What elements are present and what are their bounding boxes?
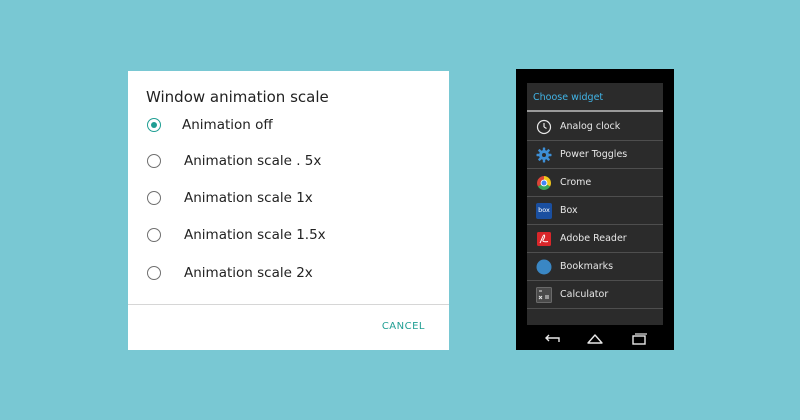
widget-item-box[interactable]: box Box [527,197,663,225]
panel-title: Choose widget [533,92,604,103]
choose-widget-panel: Choose widget Analog clock Power Toggles… [527,83,663,325]
widget-item-power-toggles[interactable]: Power Toggles [527,141,663,169]
option-animation-scale-1-5x[interactable]: Animation scale 1.5x [128,221,449,251]
widget-label: Adobe Reader [560,233,627,244]
option-label: Animation scale 1.5x [184,227,326,243]
radio-unselected-icon[interactable] [147,191,161,205]
widget-label: Calculator [560,289,609,300]
dialog-title: Window animation scale [146,88,329,106]
box-icon-text: box [538,206,550,214]
radio-unselected-icon[interactable] [147,266,161,280]
widget-item-bookmarks[interactable]: Bookmarks [527,253,663,281]
widget-label: Box [560,205,578,216]
calculator-icon [536,287,552,303]
radio-unselected-icon[interactable] [147,154,161,168]
option-animation-off[interactable]: Animation off [128,111,449,141]
dialog-divider [128,304,449,305]
widget-label: Crome [560,177,592,188]
option-label: Animation scale . 5x [184,153,322,169]
widget-label: Analog clock [560,121,621,132]
back-icon[interactable] [542,331,562,347]
bookmarks-icon [536,259,552,275]
cancel-button[interactable]: CANCEL [382,321,425,332]
animation-scale-dialog: Window animation scale Animation off Ani… [128,71,449,350]
radio-unselected-icon[interactable] [147,228,161,242]
home-icon[interactable] [585,331,605,347]
phone-frame: Choose widget Analog clock Power Toggles… [516,69,674,350]
option-animation-scale-1x[interactable]: Animation scale 1x [128,184,449,214]
option-animation-scale-2x[interactable]: Animation scale 2x [128,259,449,289]
adobe-reader-icon [537,232,551,246]
recents-icon[interactable] [629,331,649,347]
panel-header: Choose widget [527,83,663,112]
option-label: Animation off [182,117,273,133]
widget-label: Bookmarks [560,261,614,272]
analog-clock-icon [536,119,552,135]
navigation-bar [516,328,674,350]
widget-item-adobe-reader[interactable]: Adobe Reader [527,225,663,253]
widget-item-calculator[interactable]: Calculator [527,281,663,309]
widget-item-analog-clock[interactable]: Analog clock [527,113,663,141]
widget-item-crome[interactable]: Crome [527,169,663,197]
option-animation-scale-0-5x[interactable]: Animation scale . 5x [128,147,449,177]
box-icon: box [536,203,552,219]
option-label: Animation scale 2x [184,265,313,281]
gear-icon [536,147,552,163]
radio-selected-icon[interactable] [147,118,161,132]
option-label: Animation scale 1x [184,190,313,206]
widget-label: Power Toggles [560,149,628,160]
chrome-icon [537,176,551,190]
